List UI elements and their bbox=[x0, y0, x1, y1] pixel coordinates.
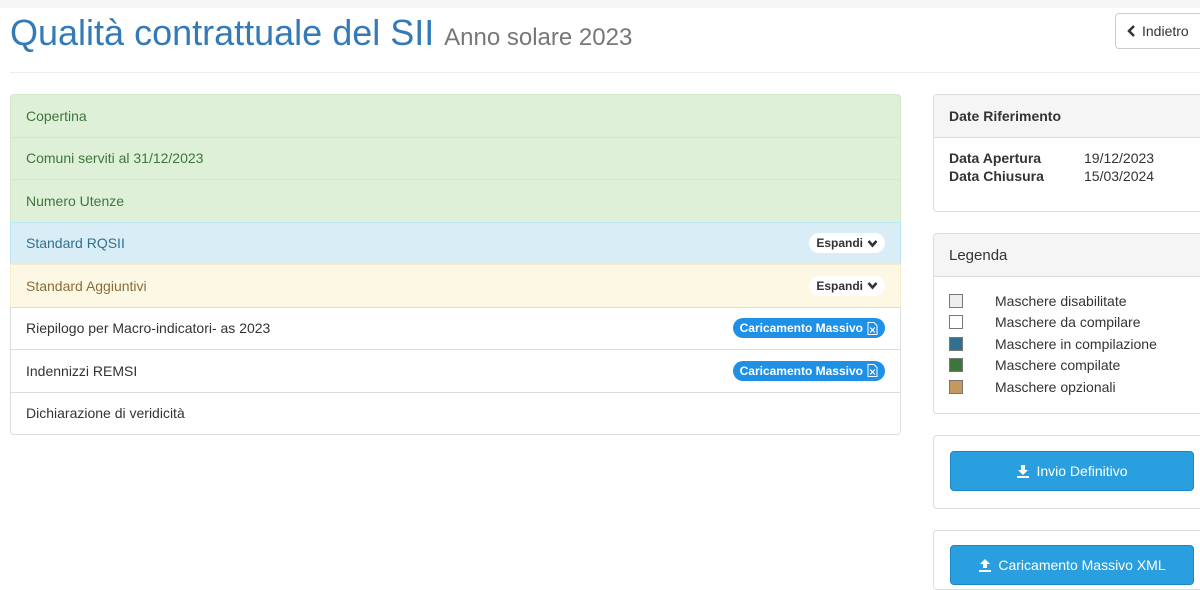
page-header: Qualità contrattuale del SII Anno solare… bbox=[10, 12, 632, 56]
expand-label: Espandi bbox=[816, 278, 863, 293]
legend-label: Maschere in compilazione bbox=[995, 335, 1157, 352]
section-label: Numero Utenze bbox=[26, 192, 125, 209]
bulk-upload-label: Caricamento Massivo bbox=[739, 321, 863, 336]
caricamento-xml-label: Caricamento Massivo XML bbox=[998, 557, 1166, 573]
excel-file-icon bbox=[867, 364, 878, 378]
chevron-left-icon bbox=[1127, 25, 1135, 37]
legend-swatch bbox=[949, 336, 963, 351]
legend-item: Maschere compilate bbox=[949, 355, 1197, 377]
sections-list: Copertina Comuni serviti al 31/12/2023 N… bbox=[10, 94, 901, 435]
legend-swatch bbox=[949, 358, 963, 373]
legend-item: Maschere da compilare bbox=[949, 312, 1197, 334]
legend-label: Maschere da compilare bbox=[995, 314, 1141, 331]
section-label: Riepilogo per Macro-indicatori- as 2023 bbox=[26, 320, 271, 337]
date-apertura-value: 19/12/2023 bbox=[1084, 150, 1155, 166]
section-dichiarazione-veridicita[interactable]: Dichiarazione di veridicità bbox=[10, 391, 901, 435]
legend-item: Maschere in compilazione bbox=[949, 333, 1197, 355]
bulk-upload-badge[interactable]: Caricamento Massivo bbox=[732, 318, 885, 339]
upload-icon bbox=[979, 559, 992, 572]
legend-swatch bbox=[949, 315, 963, 330]
bulk-upload-badge[interactable]: Caricamento Massivo bbox=[732, 360, 885, 381]
bulk-upload-label: Caricamento Massivo bbox=[739, 363, 863, 378]
top-bar bbox=[0, 0, 1200, 8]
section-numero-utenze[interactable]: Numero Utenze bbox=[10, 179, 901, 223]
invio-definitivo-button[interactable]: Invio Definitivo bbox=[950, 451, 1194, 491]
page-title: Qualità contrattuale del SII bbox=[10, 12, 435, 53]
back-button-label: Indietro bbox=[1142, 23, 1189, 39]
legend-panel: Legenda Maschere disabilitate Maschere d… bbox=[933, 233, 1200, 414]
header-divider bbox=[10, 72, 1200, 73]
section-standard-aggiuntivi[interactable]: Standard Aggiuntivi Espandi bbox=[10, 264, 901, 308]
section-label: Standard RQSII bbox=[26, 235, 125, 252]
date-chiusura-row: Data Chiusura 15/03/2024 bbox=[949, 167, 1197, 185]
legend-item: Maschere disabilitate bbox=[949, 290, 1197, 312]
invio-definitivo-label: Invio Definitivo bbox=[1036, 463, 1128, 479]
legend-label: Maschere disabilitate bbox=[995, 292, 1127, 309]
legend-label: Maschere compilate bbox=[995, 357, 1121, 374]
section-label: Dichiarazione di veridicità bbox=[26, 405, 185, 422]
back-button[interactable]: Indietro bbox=[1115, 13, 1200, 49]
legend-item: Maschere opzionali bbox=[949, 376, 1197, 398]
dates-panel: Date Riferimento Data Apertura 19/12/202… bbox=[933, 94, 1200, 212]
expand-button[interactable]: Espandi bbox=[809, 275, 885, 296]
dates-panel-heading: Date Riferimento bbox=[934, 95, 1200, 138]
section-label: Comuni serviti al 31/12/2023 bbox=[26, 150, 204, 167]
date-apertura-row: Data Apertura 19/12/2023 bbox=[949, 149, 1197, 167]
section-indennizzi-remsi[interactable]: Indennizzi REMSI Caricamento Massivo bbox=[10, 349, 901, 393]
excel-file-icon bbox=[867, 321, 878, 335]
page-subtitle: Anno solare 2023 bbox=[444, 24, 633, 51]
legend-panel-heading: Legenda bbox=[934, 234, 1200, 277]
expand-label: Espandi bbox=[816, 236, 863, 251]
download-icon bbox=[1017, 465, 1030, 478]
section-comuni-serviti[interactable]: Comuni serviti al 31/12/2023 bbox=[10, 136, 901, 180]
section-riepilogo-macro[interactable]: Riepilogo per Macro-indicatori- as 2023 … bbox=[10, 306, 901, 350]
section-copertina[interactable]: Copertina bbox=[10, 94, 901, 138]
section-label: Indennizzi REMSI bbox=[26, 362, 138, 379]
legend-swatch bbox=[949, 379, 963, 394]
section-standard-rqsii[interactable]: Standard RQSII Espandi bbox=[10, 221, 901, 265]
legend-label: Maschere opzionali bbox=[995, 378, 1116, 395]
expand-button[interactable]: Espandi bbox=[809, 233, 885, 254]
caricamento-xml-button[interactable]: Caricamento Massivo XML bbox=[950, 545, 1194, 585]
date-chiusura-value: 15/03/2024 bbox=[1084, 168, 1155, 184]
section-label: Standard Aggiuntivi bbox=[26, 277, 147, 294]
chevron-down-icon bbox=[867, 282, 878, 290]
date-chiusura-label: Data Chiusura bbox=[949, 168, 1044, 184]
section-label: Copertina bbox=[26, 107, 87, 124]
legend-swatch bbox=[949, 293, 963, 308]
chevron-down-icon bbox=[867, 239, 878, 248]
date-apertura-label: Data Apertura bbox=[949, 150, 1042, 166]
